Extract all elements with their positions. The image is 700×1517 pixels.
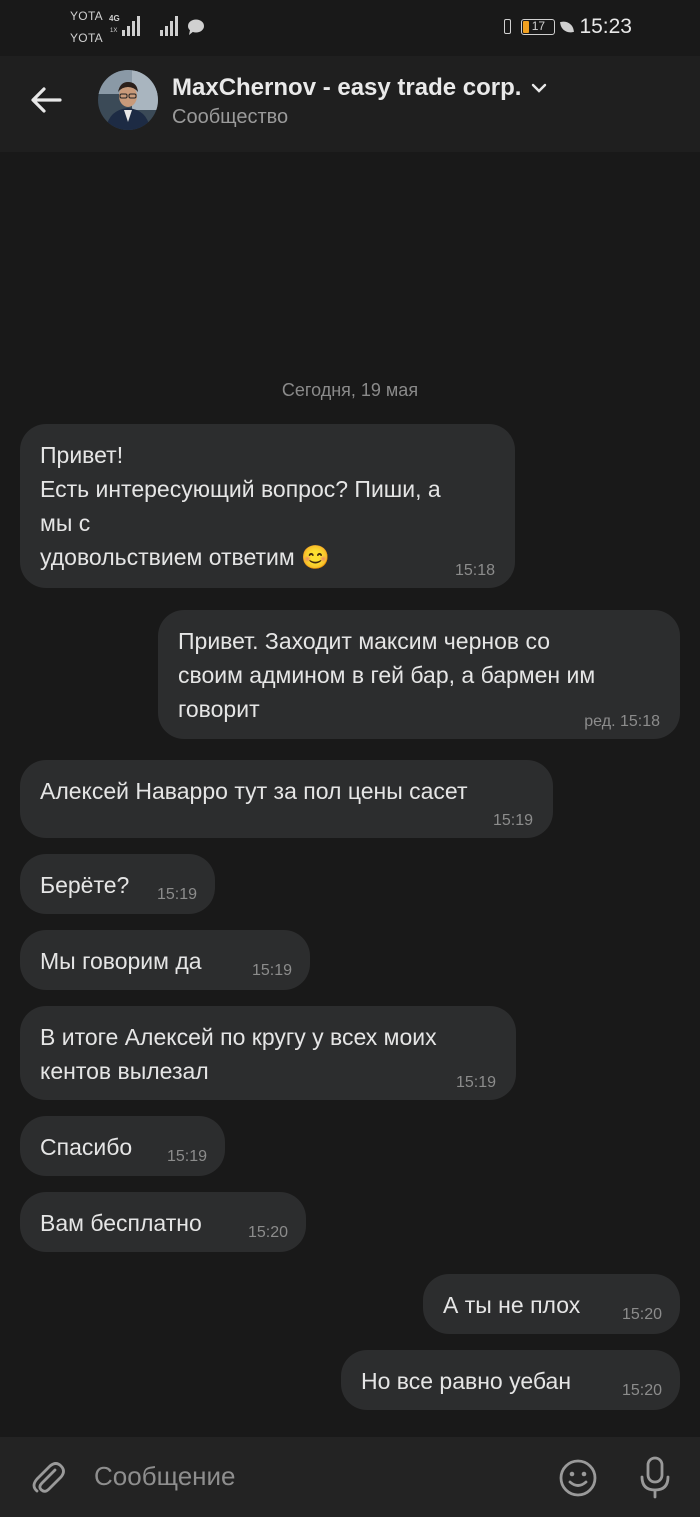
message-time: 15:20 xyxy=(247,1224,288,1241)
message-text: Берёте? xyxy=(40,872,130,898)
message-time: 15:19 xyxy=(156,886,197,903)
avatar[interactable] xyxy=(98,70,158,130)
microphone-icon[interactable] xyxy=(636,1455,674,1501)
paperclip-icon[interactable] xyxy=(28,1457,68,1497)
message-bubble-incoming[interactable]: Привет! Есть интересующий вопрос? Пиши, … xyxy=(20,424,515,588)
message-text: А ты не плох xyxy=(443,1292,581,1318)
community-title: MaxChernov - easy trade corp. xyxy=(172,74,522,101)
message-time: ред. 15:18 xyxy=(584,713,660,730)
chat-header: MaxChernov - easy trade corp. Сообщество xyxy=(0,56,700,152)
message-text: Алексей Наварро тут за пол цены сасет xyxy=(40,778,468,804)
arrow-left-icon[interactable] xyxy=(26,80,66,120)
message-time: 15:19 xyxy=(251,962,292,979)
signal-icon-2 xyxy=(160,14,180,36)
battery-level: 17 xyxy=(531,19,546,33)
message-time: 15:19 xyxy=(492,812,533,829)
carrier-label-2: YOTA xyxy=(70,31,103,45)
message-text: В итоге Алексей по кругу у всех моих кен… xyxy=(40,1024,437,1084)
message-bubble-incoming[interactable]: Спасибо 15:19 xyxy=(20,1116,225,1176)
message-text: Вам бесплатно xyxy=(40,1210,202,1236)
message-time: 15:19 xyxy=(166,1148,207,1165)
message-bubble-incoming[interactable]: Вам бесплатно 15:20 xyxy=(20,1192,306,1252)
chat-notification-icon xyxy=(188,19,204,35)
signal-icon xyxy=(122,14,142,36)
message-time: 15:18 xyxy=(454,562,495,579)
message-bubble-outgoing[interactable]: Привет. Заходит максим чернов со своим а… xyxy=(158,610,680,739)
message-composer: Сообщение xyxy=(0,1437,700,1517)
message-bubble-outgoing[interactable]: А ты не плох 15:20 xyxy=(423,1274,680,1334)
message-text: Спасибо xyxy=(40,1134,133,1160)
message-text: Привет! Есть интересующий вопрос? Пиши, … xyxy=(40,442,441,570)
status-bar: YOTA YOTA 4G 1X 17 15:23 xyxy=(0,0,700,56)
message-bubble-outgoing[interactable]: Но все равно уебан 15:20 xyxy=(341,1350,680,1410)
message-bubble-incoming[interactable]: Берёте? 15:19 xyxy=(20,854,215,914)
battery-icon: 17 xyxy=(521,19,556,35)
message-bubble-incoming[interactable]: Алексей Наварро тут за пол цены сасет 15… xyxy=(20,760,553,838)
community-subtitle: Сообщество xyxy=(172,106,289,128)
secondary-network-label: 1X xyxy=(110,28,118,34)
message-time: 15:19 xyxy=(455,1074,496,1091)
message-text: Но все равно уебан xyxy=(361,1368,572,1394)
leaf-icon xyxy=(560,20,575,34)
smiley-icon[interactable] xyxy=(557,1457,599,1499)
community-title-row[interactable]: MaxChernov - easy trade corp. xyxy=(172,74,547,102)
message-time: 15:20 xyxy=(621,1306,662,1323)
carrier-label-1: YOTA xyxy=(70,9,103,23)
network-type-label: 4G xyxy=(109,14,120,23)
message-text: Привет. Заходит максим чернов со своим а… xyxy=(178,628,596,722)
vibrate-icon xyxy=(501,18,515,36)
status-time: 15:23 xyxy=(579,15,632,38)
message-bubble-incoming[interactable]: В итоге Алексей по кругу у всех моих кен… xyxy=(20,1006,516,1100)
message-time: 15:20 xyxy=(621,1382,662,1399)
message-text: Мы говорим да xyxy=(40,948,202,974)
message-input[interactable]: Сообщение xyxy=(94,1461,236,1492)
date-separator: Сегодня, 19 мая xyxy=(281,380,419,400)
message-bubble-incoming[interactable]: Мы говорим да 15:19 xyxy=(20,930,310,990)
chevron-down-icon[interactable] xyxy=(531,82,547,94)
